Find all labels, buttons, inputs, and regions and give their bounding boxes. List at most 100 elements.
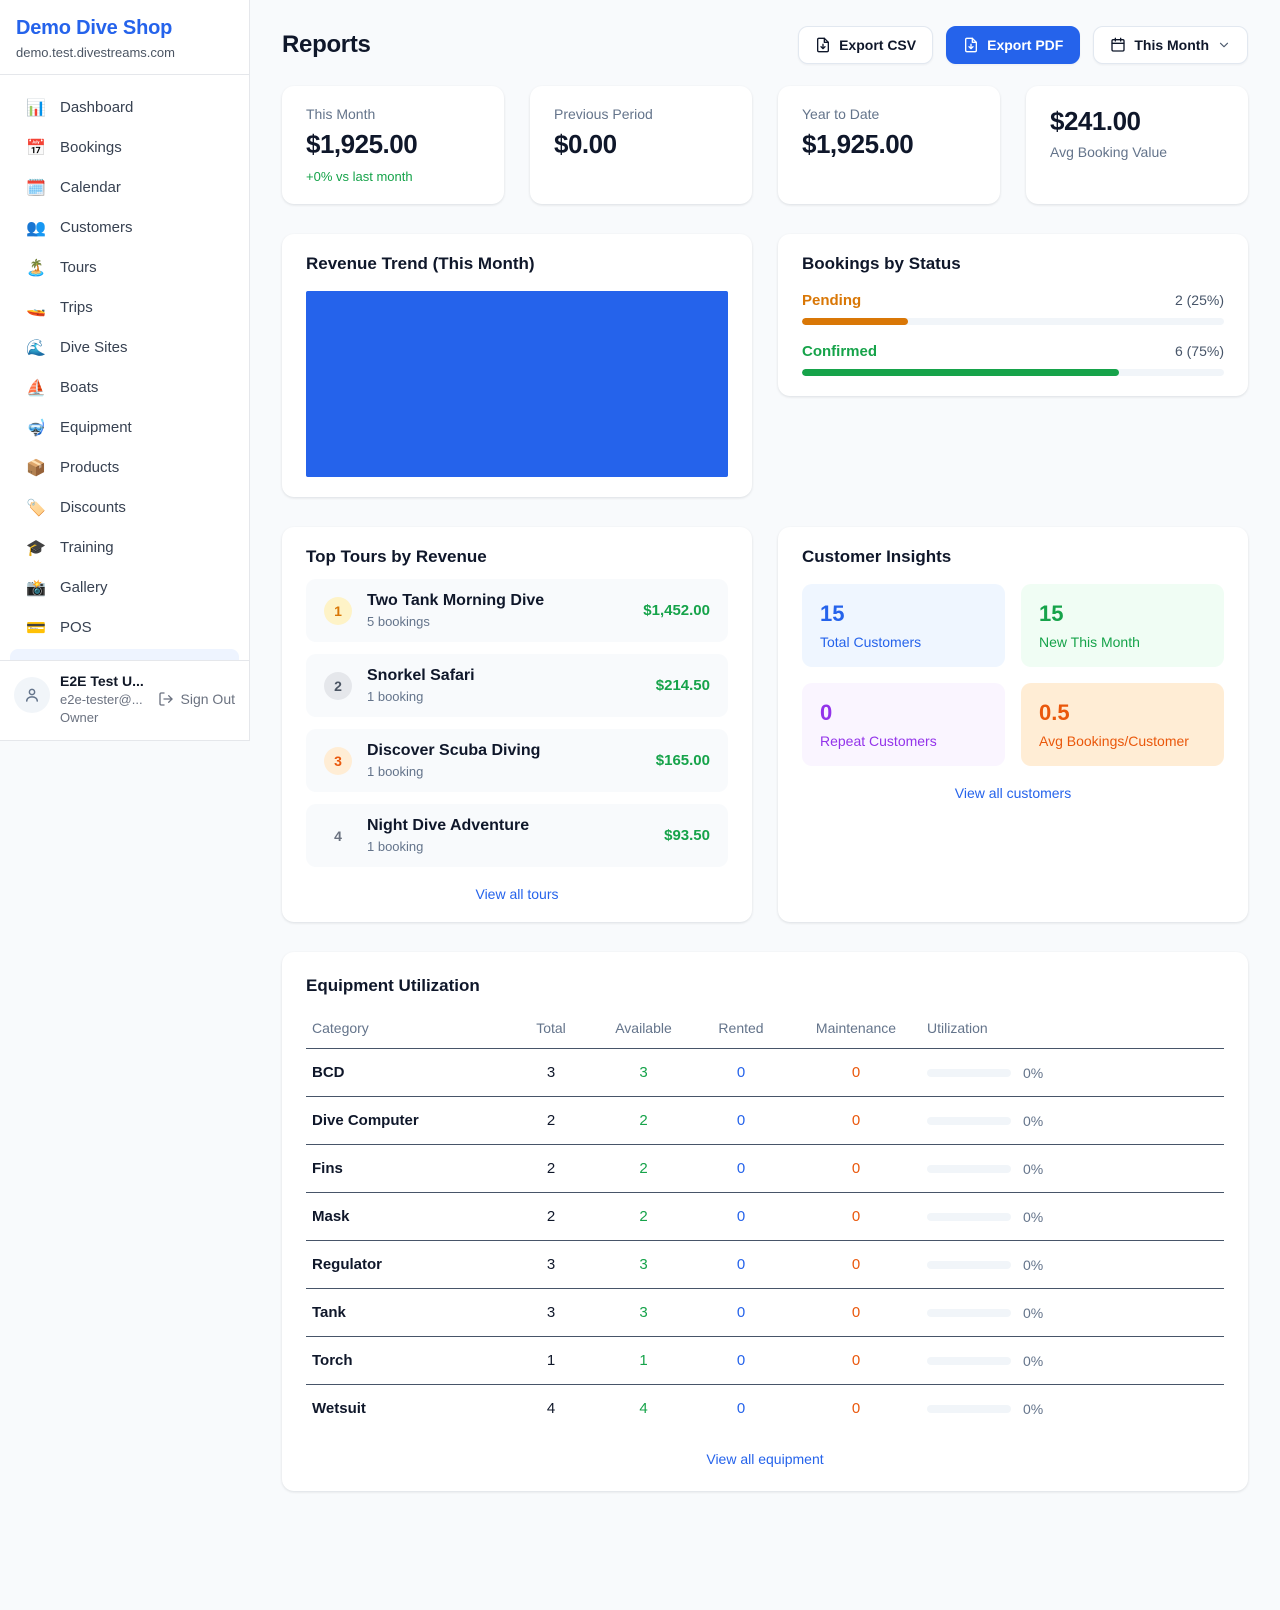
speedboat-icon: 🚤 [26, 300, 46, 316]
sidebar-item-label: Tours [60, 259, 97, 276]
bookings-by-status-card: Bookings by Status Pending 2 (25%) Confi… [778, 234, 1248, 396]
sidebar-item-label: Dashboard [60, 99, 133, 116]
column-header: Total [506, 1008, 596, 1049]
insight-label: New This Month [1039, 634, 1206, 650]
cell-available: 1 [596, 1337, 691, 1385]
people-icon: 👥 [26, 220, 46, 236]
tour-name: Two Tank Morning Dive [367, 592, 544, 609]
sidebar-item-bookings[interactable]: 📅Bookings [10, 129, 239, 166]
sidebar-item-tours[interactable]: 🏝️ Tours [10, 249, 239, 286]
avatar [14, 677, 50, 713]
table-row: Torch 1 1 0 0 0% [306, 1337, 1224, 1385]
sidebar-item-label: Boats [60, 379, 98, 396]
main-content: Reports Export CSV Export PDF This Month… [250, 0, 1280, 1531]
stat-value: $0.00 [554, 129, 728, 160]
column-header: Available [596, 1008, 691, 1049]
charts-row: Revenue Trend (This Month) Bookings by S… [282, 234, 1248, 497]
table-row: Fins 2 2 0 0 0% [306, 1145, 1224, 1193]
table-row: Regulator 3 3 0 0 0% [306, 1241, 1224, 1289]
cell-maintenance: 0 [791, 1097, 921, 1145]
sidebar-item-reports-partial[interactable] [10, 649, 239, 660]
utilization-bar [927, 1213, 1011, 1221]
cell-rented: 0 [691, 1097, 791, 1145]
export-pdf-button[interactable]: Export PDF [946, 26, 1080, 64]
dive-mask-icon: 🤿 [26, 420, 46, 436]
sidebar-item-products[interactable]: 📦Products [10, 449, 239, 486]
cell-rented: 0 [691, 1337, 791, 1385]
sidebar-item-label: Trips [60, 299, 93, 316]
user-info: E2E Test U... e2e-tester@... Owner [60, 673, 144, 725]
sidebar-item-dashboard[interactable]: 📊Dashboard [10, 89, 239, 126]
cell-total: 4 [506, 1385, 596, 1433]
cell-rented: 0 [691, 1385, 791, 1433]
cell-maintenance: 0 [791, 1145, 921, 1193]
user-footer: E2E Test U... e2e-tester@... Owner Sign … [0, 660, 249, 740]
cell-available: 2 [596, 1145, 691, 1193]
sidebar-item-pos[interactable]: 💳POS [10, 609, 239, 646]
equipment-table: Category Total Available Rented Maintena… [306, 1008, 1224, 1432]
status-label: Confirmed [802, 343, 877, 360]
sidebar-item-equipment[interactable]: 🤿 Equipment [10, 409, 239, 446]
sidebar-item-label: Bookings [60, 139, 122, 156]
cell-rented: 0 [691, 1193, 791, 1241]
sidebar: Demo Dive Shop demo.test.divestreams.com… [0, 0, 250, 741]
sidebar-item-label: Equipment [60, 419, 132, 436]
tour-name: Night Dive Adventure [367, 817, 529, 834]
stat-label: Previous Period [554, 106, 728, 122]
cell-available: 3 [596, 1289, 691, 1337]
sidebar-item-gallery[interactable]: 📸Gallery [10, 569, 239, 606]
column-header: Utilization [921, 1008, 1224, 1049]
logout-icon [158, 691, 174, 707]
view-all-customers-link[interactable]: View all customers [802, 785, 1224, 801]
status-row-pending: Pending 2 (25%) [802, 292, 1224, 325]
utilization-pct: 0% [1023, 1065, 1043, 1081]
sidebar-item-boats[interactable]: ⛵Boats [10, 369, 239, 406]
stat-card-avg-booking-value: $241.00 Avg Booking Value [1026, 86, 1248, 204]
cell-category: Tank [306, 1289, 506, 1337]
table-row: BCD 3 3 0 0 0% [306, 1049, 1224, 1097]
cell-category: BCD [306, 1049, 506, 1097]
insight-label: Repeat Customers [820, 733, 987, 749]
shop-domain: demo.test.divestreams.com [16, 45, 233, 60]
customer-insights-card: Customer Insights 15 Total Customers 15 … [778, 527, 1248, 922]
equipment-utilization-title: Equipment Utilization [306, 976, 1224, 996]
table-header-row: Category Total Available Rented Maintena… [306, 1008, 1224, 1049]
tour-revenue: $93.50 [664, 827, 710, 844]
sidebar-item-discounts[interactable]: 🏷️Discounts [10, 489, 239, 526]
utilization-bar [927, 1405, 1011, 1413]
cell-total: 1 [506, 1337, 596, 1385]
user-icon [23, 686, 41, 704]
utilization-bar [927, 1357, 1011, 1365]
tour-row: 4 Night Dive Adventure1 booking $93.50 [306, 804, 728, 867]
stat-card-this-month: This Month $1,925.00 +0% vs last month [282, 86, 504, 204]
sign-out-button[interactable]: Sign Out [158, 691, 235, 707]
cell-category: Wetsuit [306, 1385, 506, 1433]
export-csv-button[interactable]: Export CSV [798, 26, 933, 64]
column-header: Maintenance [791, 1008, 921, 1049]
status-row-confirmed: Confirmed 6 (75%) [802, 343, 1224, 376]
sidebar-item-trips[interactable]: 🚤 Trips [10, 289, 239, 326]
brand-block: Demo Dive Shop demo.test.divestreams.com [0, 0, 249, 75]
calendar-icon [1110, 37, 1126, 53]
cell-maintenance: 0 [791, 1193, 921, 1241]
island-icon: 🏝️ [26, 260, 46, 276]
insight-label: Avg Bookings/Customer [1039, 733, 1206, 749]
insight-tile-repeat-customers: 0 Repeat Customers [802, 683, 1005, 766]
file-download-icon [815, 37, 831, 53]
cell-total: 3 [506, 1289, 596, 1337]
period-select[interactable]: This Month [1093, 26, 1248, 64]
table-row: Wetsuit 4 4 0 0 0% [306, 1385, 1224, 1433]
sidebar-item-calendar[interactable]: 🗓️Calendar [10, 169, 239, 206]
column-header: Category [306, 1008, 506, 1049]
progress-track [802, 369, 1224, 376]
view-all-tours-link[interactable]: View all tours [306, 886, 728, 902]
bookings-by-status-title: Bookings by Status [802, 254, 1224, 274]
cell-category: Mask [306, 1193, 506, 1241]
sidebar-item-dive-sites[interactable]: 🌊Dive Sites [10, 329, 239, 366]
sidebar-item-customers[interactable]: 👥Customers [10, 209, 239, 246]
view-all-equipment-link[interactable]: View all equipment [306, 1451, 1224, 1467]
sidebar-item-label: Discounts [60, 499, 126, 516]
file-download-icon [963, 37, 979, 53]
stat-delta: +0% vs last month [306, 169, 480, 184]
sidebar-item-training[interactable]: 🎓Training [10, 529, 239, 566]
